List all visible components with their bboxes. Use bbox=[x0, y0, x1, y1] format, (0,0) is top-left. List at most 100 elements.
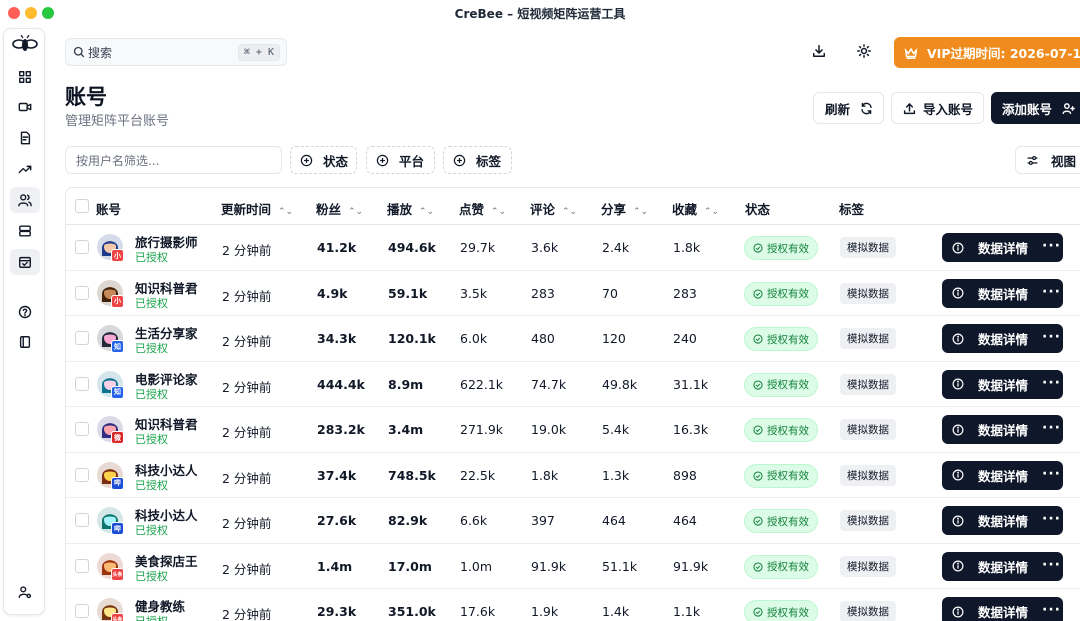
cell-favorites: 16.3k bbox=[673, 422, 709, 437]
row-checkbox[interactable] bbox=[75, 558, 89, 573]
check-circle-icon bbox=[753, 607, 763, 617]
sidebar-item-profile[interactable] bbox=[10, 579, 40, 605]
table-row[interactable]: 哔科技小达人 已授权 2 分钟前 27.6k 82.9k 6.6k 397 464 464 授权有… bbox=[66, 498, 1080, 544]
row-checkbox[interactable] bbox=[75, 376, 89, 391]
col-fans[interactable]: 粉丝 ⌃⌄ bbox=[316, 199, 363, 218]
more-options-icon[interactable]: ··· bbox=[1042, 284, 1061, 300]
data-details-button[interactable]: 数据详情 ··· bbox=[942, 324, 1063, 353]
cell-favorites: 283 bbox=[673, 285, 697, 301]
more-options-icon[interactable]: ··· bbox=[1042, 329, 1061, 345]
cell-favorites: 240 bbox=[673, 331, 697, 346]
sidebar-item-schedule[interactable] bbox=[10, 249, 40, 275]
data-details-button[interactable]: 数据详情 ··· bbox=[942, 233, 1063, 262]
table-row[interactable]: 头条 美食探店王 已授权 2 分钟前 1.4m 17.0m 1.0m 91.9k 51.1k 91… bbox=[66, 544, 1080, 589]
data-details-button[interactable]: 数据详情 ··· bbox=[942, 415, 1063, 444]
platform-badge-icon: 哔 bbox=[111, 476, 124, 490]
vip-badge-button[interactable]: VIP过期时间: 2026-07-10 bbox=[894, 37, 1080, 68]
sidebar-item-help[interactable] bbox=[10, 299, 40, 325]
cell-updated: 2 分钟前 bbox=[222, 470, 272, 486]
tag-filter-button[interactable]: 标签 bbox=[443, 146, 512, 174]
col-shares[interactable]: 分享 ⌃⌄ bbox=[601, 199, 648, 218]
row-checkbox[interactable] bbox=[75, 422, 89, 436]
col-favorites[interactable]: 收藏 ⌃⌄ bbox=[672, 199, 719, 218]
cell-likes: 3.5k bbox=[460, 285, 488, 301]
avatar: 微 bbox=[97, 416, 124, 444]
table-row[interactable]: 头条健身教练已授权2 分钟前29.3k351.0k17.6k1.9k1.4k1.… bbox=[66, 589, 1080, 621]
row-checkbox[interactable] bbox=[75, 467, 89, 482]
more-options-icon[interactable]: ··· bbox=[1042, 557, 1061, 573]
status-badge: 授权有效 bbox=[744, 372, 818, 397]
upload-icon bbox=[903, 102, 916, 114]
status-filter-button[interactable]: 状态 bbox=[290, 146, 357, 174]
check-circle-icon bbox=[753, 470, 763, 481]
col-comments[interactable]: 评论 ⌃⌄ bbox=[530, 199, 577, 218]
cell-comments: 1.9k bbox=[531, 604, 559, 619]
platform-badge-icon: 小 bbox=[111, 249, 124, 262]
tag-badge: 模拟数据 bbox=[840, 555, 896, 577]
window-title: CreBee – 短视频矩阵运营工具 bbox=[454, 7, 626, 21]
cell-shares: 49.8k bbox=[602, 376, 638, 392]
col-plays[interactable]: 播放 ⌃⌄ bbox=[387, 199, 434, 218]
sidebar-item-accounts[interactable] bbox=[10, 187, 40, 213]
sidebar-item-analytics[interactable] bbox=[10, 156, 40, 182]
data-details-button[interactable]: 数据详情 ··· bbox=[942, 506, 1063, 535]
cell-fans: 283.2k bbox=[317, 422, 365, 437]
info-icon bbox=[952, 424, 964, 435]
import-account-button[interactable]: 导入账号 bbox=[891, 92, 984, 124]
status-badge: 授权有效 bbox=[744, 509, 818, 533]
more-options-icon[interactable]: ··· bbox=[1042, 466, 1061, 482]
sort-icon: ⌃⌄ bbox=[704, 207, 720, 217]
more-options-icon[interactable]: ··· bbox=[1042, 420, 1061, 436]
theme-toggle-button[interactable] bbox=[855, 42, 873, 60]
platform-filter-button[interactable]: 平台 bbox=[366, 146, 435, 174]
view-label: 视图 bbox=[1051, 153, 1077, 169]
table-row[interactable]: 哔科技小达人 已授权 2 分钟前 37.4k 748.5k 22.5k 1.8k 1.3k 89… bbox=[66, 453, 1080, 498]
row-checkbox[interactable] bbox=[75, 331, 89, 345]
data-details-button[interactable]: 数据详情 ··· bbox=[942, 369, 1063, 399]
download-button[interactable] bbox=[810, 42, 828, 60]
row-checkbox[interactable] bbox=[75, 513, 89, 527]
view-options-button[interactable]: 视图 bbox=[1015, 146, 1080, 174]
sidebar-item-dashboard[interactable] bbox=[10, 64, 40, 90]
refresh-button[interactable]: 刷新 bbox=[813, 92, 884, 124]
sun-icon bbox=[857, 44, 871, 58]
cell-comments: 91.9k bbox=[531, 558, 567, 574]
sidebar-item-storage[interactable] bbox=[10, 218, 40, 244]
table-row[interactable]: 小旅行摄影师 已授权 2 分钟前 41.2k 494.6k 29.7k 3.6k 2.4k 1.… bbox=[66, 225, 1080, 271]
search-input[interactable]: 搜索 ⌘ + K bbox=[65, 38, 287, 66]
cell-likes: 622.1k bbox=[460, 376, 504, 392]
status-filter-label: 状态 bbox=[323, 153, 349, 169]
table-row[interactable]: 微知识科普君 已授权 2 分钟前 283.2k 3.4m 271.9k 19.0k 5.4k 1… bbox=[66, 407, 1080, 453]
data-details-button[interactable]: 数据详情 ··· bbox=[942, 551, 1063, 581]
data-details-button[interactable]: 数据详情 ··· bbox=[942, 460, 1063, 490]
page-title: 账号 bbox=[65, 85, 107, 109]
cell-shares: 464 bbox=[602, 513, 626, 528]
more-options-icon[interactable]: ··· bbox=[1042, 375, 1061, 391]
tag-badge: 模拟数据 bbox=[840, 464, 896, 486]
more-options-icon[interactable]: ··· bbox=[1042, 238, 1061, 254]
sidebar-item-docs[interactable] bbox=[10, 329, 40, 355]
table-row[interactable]: 知生活分享家 已授权 2 分钟前 34.3k 120.1k 6.0k 480 120 240 授权… bbox=[66, 316, 1080, 362]
col-updated[interactable]: 更新时间 ⌃⌄ bbox=[221, 199, 293, 218]
select-all-checkbox[interactable] bbox=[75, 199, 89, 213]
cell-plays: 120.1k bbox=[388, 331, 436, 346]
col-likes[interactable]: 点赞 ⌃⌄ bbox=[459, 199, 506, 218]
more-options-icon[interactable]: ··· bbox=[1042, 602, 1061, 618]
avatar: 小 bbox=[97, 234, 124, 262]
data-details-button[interactable]: 数据详情 ··· bbox=[942, 597, 1063, 621]
data-details-button[interactable]: 数据详情 ··· bbox=[942, 278, 1063, 308]
table-row[interactable]: 小知识科普君 已授权 2 分钟前 4.9k 59.1k 3.5k 283 70 283 授权有效模… bbox=[66, 271, 1080, 316]
row-checkbox[interactable] bbox=[75, 285, 89, 300]
search-label: 搜索 bbox=[88, 45, 113, 60]
username-filter-input[interactable]: 按用户名筛选... bbox=[65, 146, 282, 174]
more-options-icon[interactable]: ··· bbox=[1042, 511, 1061, 527]
server-icon bbox=[19, 225, 31, 237]
add-account-button[interactable]: 添加账号 bbox=[991, 92, 1080, 124]
cell-shares: 1.4k bbox=[602, 604, 630, 619]
cell-fans: 29.3k bbox=[317, 604, 357, 619]
row-checkbox[interactable] bbox=[75, 604, 89, 618]
table-row[interactable]: 知电影评论家 已授权 2 分钟前 444.4k 8.9m 622.1k 74.7k 49.8k… bbox=[66, 362, 1080, 407]
row-checkbox[interactable] bbox=[75, 240, 89, 254]
sidebar-item-videos[interactable] bbox=[10, 94, 40, 120]
sidebar-item-drafts[interactable] bbox=[10, 125, 40, 151]
